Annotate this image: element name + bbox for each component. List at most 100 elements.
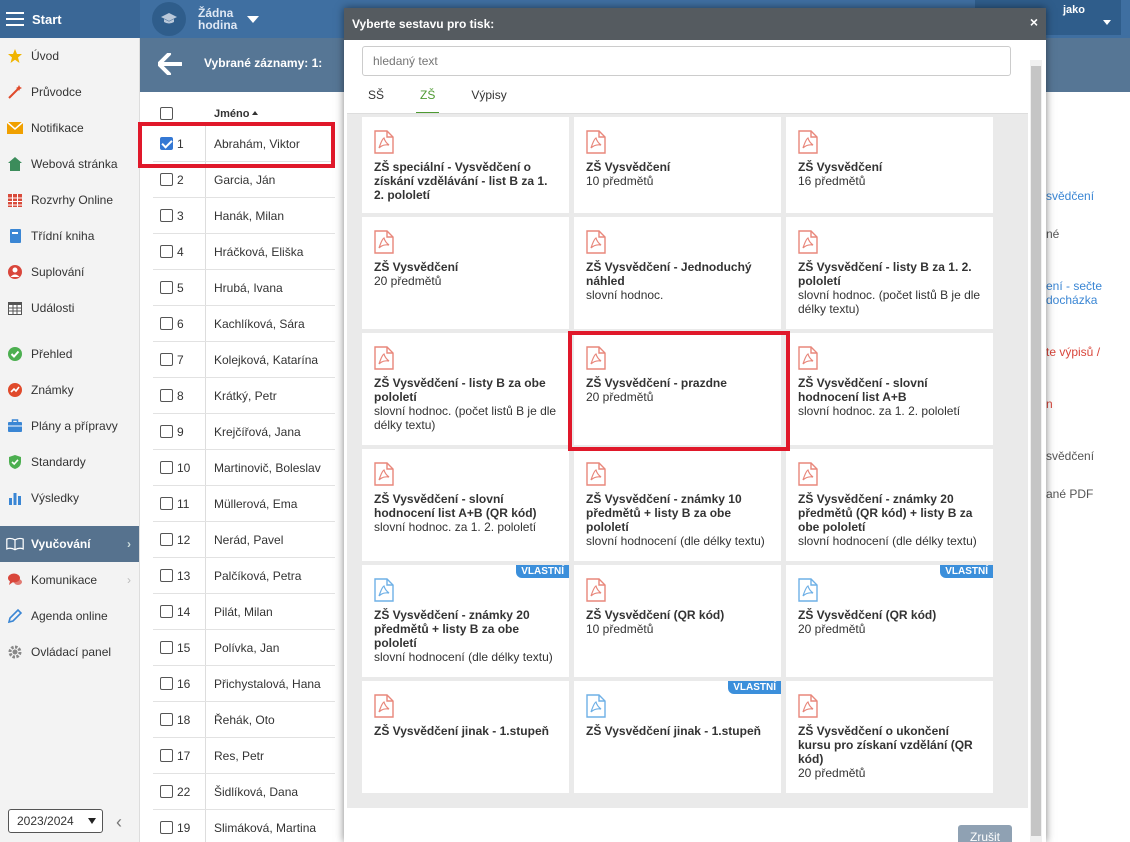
row-checkbox[interactable] bbox=[160, 569, 173, 582]
collapse-sidebar-icon[interactable]: ‹ bbox=[116, 813, 122, 831]
report-subtitle: 20 předmětů bbox=[798, 766, 866, 780]
row-checkbox[interactable] bbox=[160, 317, 173, 330]
row-checkbox[interactable] bbox=[160, 389, 173, 402]
row-checkbox[interactable] bbox=[160, 353, 173, 366]
row-checkbox[interactable] bbox=[160, 677, 173, 690]
report-search-input[interactable] bbox=[362, 46, 1011, 76]
table-row[interactable]: 5 Hrubá, Ivana bbox=[153, 270, 335, 306]
report-tile[interactable]: ZŠ Vysvědčení - známky 20 předmětů (QR k… bbox=[786, 449, 993, 561]
table-row[interactable]: 14 Pilát, Milan bbox=[153, 594, 335, 630]
modal-scrollbar[interactable] bbox=[1030, 60, 1042, 842]
sidebar: Úvod Průvodce Notifikace Webová stránka Rozv… bbox=[0, 38, 140, 842]
tab-zš[interactable]: ZŠ bbox=[416, 88, 440, 114]
row-checkbox[interactable] bbox=[160, 209, 173, 222]
report-tile[interactable]: ZŠ Vysvědčení jinak - 1.stupeň bbox=[362, 681, 569, 793]
sidebar-item-komunikace[interactable]: Komunikace › bbox=[0, 562, 139, 598]
table-row[interactable]: 4 Hráčková, Eliška bbox=[153, 234, 335, 270]
sidebar-item-ovládací-panel[interactable]: Ovládací panel bbox=[0, 634, 139, 670]
table-row[interactable]: 17 Res, Petr bbox=[153, 738, 335, 774]
table-row[interactable]: 19 Slimáková, Martina bbox=[153, 810, 335, 842]
start-menu-button[interactable]: Start bbox=[0, 0, 140, 38]
back-arrow-icon[interactable] bbox=[157, 52, 183, 78]
sidebar-item-standardy[interactable]: Standardy bbox=[0, 444, 139, 480]
report-subtitle: 10 předmětů bbox=[586, 174, 654, 188]
sidebar-item-rozvrhy-online[interactable]: Rozvrhy Online bbox=[0, 182, 139, 218]
report-tile[interactable]: ZŠ Vysvědčení - známky 20 předmětů + lis… bbox=[362, 565, 569, 677]
sidebar-item-přehled[interactable]: Přehled bbox=[0, 336, 139, 372]
table-row[interactable]: 13 Palčíková, Petra bbox=[153, 558, 335, 594]
behind-text-1: svědčení bbox=[1046, 189, 1095, 203]
table-row[interactable]: 16 Přichystalová, Hana bbox=[153, 666, 335, 702]
report-title: ZŠ Vysvědčení jinak - 1.stupeň bbox=[586, 724, 761, 738]
row-checkbox[interactable] bbox=[160, 749, 173, 762]
sidebar-item-label: Události bbox=[31, 301, 75, 315]
row-checkbox[interactable] bbox=[160, 605, 173, 618]
sidebar-item-výsledky[interactable]: Výsledky bbox=[0, 480, 139, 516]
cancel-button[interactable]: Zrušit bbox=[958, 825, 1012, 842]
student-name: Slimáková, Martina bbox=[214, 821, 317, 835]
table-row[interactable]: 22 Šidlíková, Dana bbox=[153, 774, 335, 810]
table-row[interactable]: 8 Krátký, Petr bbox=[153, 378, 335, 414]
report-tile[interactable]: ZŠ Vysvědčení jinak - 1.stupeň VLASTNÍ bbox=[574, 681, 781, 793]
row-number: 11 bbox=[177, 497, 190, 511]
sidebar-item-agenda-online[interactable]: Agenda online bbox=[0, 598, 139, 634]
tab-sš[interactable]: SŠ bbox=[368, 88, 384, 114]
report-tile[interactable]: ZŠ Vysvědčení - slovní hodnocení list A+… bbox=[362, 449, 569, 561]
table-row[interactable]: 7 Kolejková, Katarína bbox=[153, 342, 335, 378]
sidebar-item-vyučování[interactable]: Vyučování › bbox=[0, 526, 139, 562]
sidebar-item-třídní-kniha[interactable]: Třídní kniha bbox=[0, 218, 139, 254]
report-tile[interactable]: ZŠ speciální - Vysvědčení o získání vzdě… bbox=[362, 117, 569, 213]
report-tile[interactable]: ZŠ Vysvědčení - Jednoduchý náhled slovní … bbox=[574, 217, 781, 329]
report-tile[interactable]: ZŠ Vysvědčení (QR kód) 20 předmětů VLASTNÍ bbox=[786, 565, 993, 677]
scrollbar-thumb[interactable] bbox=[1031, 66, 1041, 836]
gear-icon bbox=[6, 643, 24, 661]
report-tile[interactable]: ZŠ Vysvědčení 10 předmětů bbox=[574, 117, 781, 213]
table-row[interactable]: 10 Martinovič, Boleslav bbox=[153, 450, 335, 486]
sidebar-item-plány-a-přípravy[interactable]: Plány a přípravy bbox=[0, 408, 139, 444]
row-checkbox[interactable] bbox=[160, 641, 173, 654]
table-row[interactable]: 6 Kachlíková, Sára bbox=[153, 306, 335, 342]
table-row[interactable]: 18 Řehák, Oto bbox=[153, 702, 335, 738]
school-year-select[interactable]: 2023/2024 bbox=[8, 809, 103, 833]
sidebar-item-události[interactable]: Události bbox=[0, 290, 139, 326]
report-tile[interactable]: ZŠ Vysvědčení - listy B za 1. 2. pololet… bbox=[786, 217, 993, 329]
table-row[interactable]: 9 Krejčířová, Jana bbox=[153, 414, 335, 450]
row-checkbox[interactable] bbox=[160, 461, 173, 474]
table-row[interactable]: 11 Müllerová, Ema bbox=[153, 486, 335, 522]
custom-badge: VLASTNÍ bbox=[940, 565, 993, 578]
report-tile[interactable]: ZŠ Vysvědčení 20 předmětů bbox=[362, 217, 569, 329]
report-tile[interactable]: ZŠ Vysvědčení - známky 10 předmětů + lis… bbox=[574, 449, 781, 561]
sidebar-item-suplování[interactable]: Suplování bbox=[0, 254, 139, 290]
row-checkbox[interactable] bbox=[160, 533, 173, 546]
row-checkbox[interactable] bbox=[160, 173, 173, 186]
sidebar-item-notifikace[interactable]: Notifikace bbox=[0, 110, 139, 146]
row-checkbox[interactable] bbox=[160, 713, 173, 726]
sidebar-item-průvodce[interactable]: Průvodce bbox=[0, 74, 139, 110]
row-checkbox[interactable] bbox=[160, 497, 173, 510]
student-name: Polívka, Jan bbox=[214, 641, 280, 655]
name-column-header[interactable]: Jméno bbox=[214, 108, 259, 120]
sidebar-item-úvod[interactable]: Úvod bbox=[0, 38, 139, 74]
report-title: ZŠ Vysvědčení - slovní hodnocení list A+… bbox=[374, 492, 537, 520]
sidebar-item-známky[interactable]: Známky bbox=[0, 372, 139, 408]
report-tile[interactable]: ZŠ Vysvědčení (QR kód) 10 předmětů bbox=[574, 565, 781, 677]
report-tile[interactable]: ZŠ Vysvědčení o ukončení kursu pro získa… bbox=[786, 681, 993, 793]
pdf-file-icon bbox=[586, 230, 606, 254]
tab-výpisy[interactable]: Výpisy bbox=[471, 88, 506, 114]
row-checkbox[interactable] bbox=[160, 785, 173, 798]
row-checkbox[interactable] bbox=[160, 245, 173, 258]
current-hour-selector[interactable]: Žádna hodina bbox=[152, 1, 260, 37]
table-row[interactable]: 3 Hanák, Milan bbox=[153, 198, 335, 234]
report-subtitle: 20 předmětů bbox=[374, 274, 442, 288]
table-row[interactable]: 15 Polívka, Jan bbox=[153, 630, 335, 666]
row-checkbox[interactable] bbox=[160, 281, 173, 294]
report-tile[interactable]: ZŠ Vysvědčení 16 předmětů bbox=[786, 117, 993, 213]
table-row[interactable]: 12 Nerád, Pavel bbox=[153, 522, 335, 558]
report-tile[interactable]: ZŠ Vysvědčení - slovní hodnocení list A+… bbox=[786, 333, 993, 445]
close-icon[interactable]: × bbox=[1030, 14, 1038, 30]
select-all-checkbox[interactable] bbox=[160, 107, 173, 120]
row-checkbox[interactable] bbox=[160, 425, 173, 438]
row-checkbox[interactable] bbox=[160, 821, 173, 834]
sidebar-item-webová-stránka[interactable]: Webová stránka bbox=[0, 146, 139, 182]
report-tile[interactable]: ZŠ Vysvědčení - listy B za obe pololetí s… bbox=[362, 333, 569, 445]
